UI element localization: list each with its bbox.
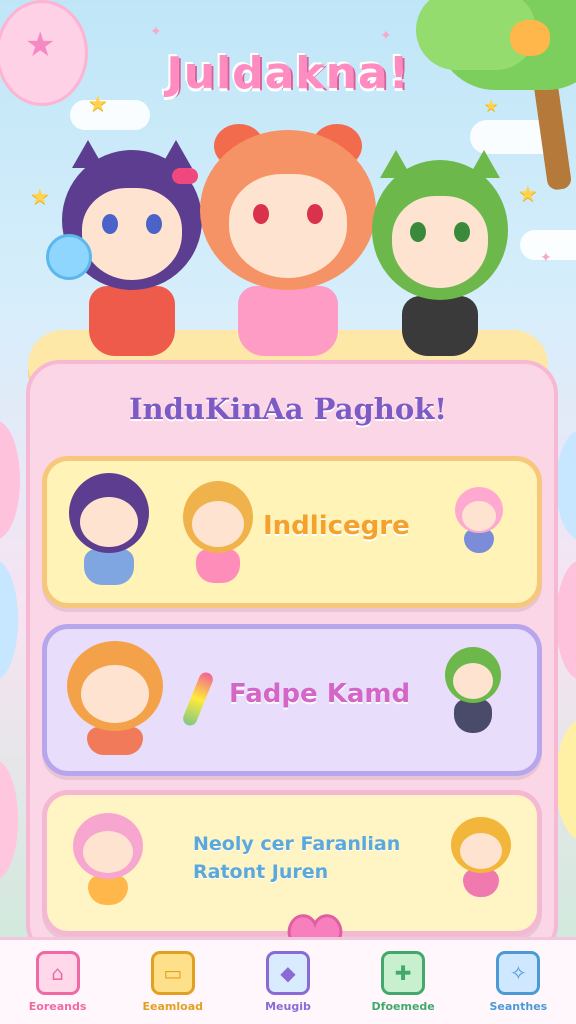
character-face — [392, 196, 488, 288]
hair-bow — [172, 168, 198, 184]
character-outfit — [88, 875, 128, 905]
star-icon: ★ — [518, 182, 538, 207]
character-head — [69, 473, 149, 553]
character-orange-cat — [67, 641, 163, 755]
panel-title: InduKinAa Paghok! — [128, 392, 448, 426]
game-title: Juldakna! — [166, 48, 410, 99]
character-dress — [196, 549, 240, 583]
character-pink-girl[interactable] — [200, 124, 376, 356]
eye — [454, 222, 470, 242]
background-bubble — [556, 560, 576, 680]
character-green-cat-girl[interactable] — [372, 150, 508, 356]
nav-label: Dfoemede — [371, 1000, 435, 1013]
nav-item-4[interactable]: ✚ Dfoemede — [353, 951, 453, 1013]
character-pink-chibi — [455, 487, 503, 553]
nav-item-1[interactable]: ⌂ Eoreands — [8, 951, 108, 1013]
nav-label: Eeamload — [142, 1000, 204, 1013]
sparkle-icon: ✦ — [540, 250, 552, 266]
background-bubble — [556, 720, 576, 840]
character-head — [445, 647, 501, 703]
gift-icon: ◆ — [265, 951, 310, 995]
eye — [102, 214, 118, 234]
sparkle-icon: ✦ — [380, 28, 392, 44]
character-blonde-boy — [451, 817, 511, 897]
lollipop — [46, 234, 92, 280]
character-head — [372, 150, 508, 300]
character-face — [81, 665, 149, 723]
character-outfit — [463, 869, 499, 897]
character-pink-cat — [73, 813, 143, 905]
character-green-girl — [445, 647, 501, 733]
eye — [307, 204, 323, 224]
card-label-line-1: Neoly cer Faranlian — [193, 833, 401, 855]
nav-label: Eoreands — [28, 1000, 87, 1013]
nav-item-2[interactable]: ▭ Eeamload — [123, 951, 223, 1013]
star-icon: ★ — [30, 185, 50, 210]
character-purple-girl — [69, 473, 149, 585]
card-label-line-2: Ratont Juren — [193, 861, 329, 883]
character-face — [83, 831, 133, 873]
character-head — [455, 487, 503, 533]
character-dress — [84, 549, 134, 585]
character-face — [229, 174, 347, 278]
eye — [253, 204, 269, 224]
house-icon: ⌂ — [35, 951, 80, 995]
character-dress — [454, 699, 492, 733]
character-face — [80, 497, 138, 547]
nav-label: Meugib — [265, 1000, 311, 1013]
character-dress — [402, 296, 478, 356]
game-screen: ★ ★ ★ ★ ✦ ✦ ✦ ★ Juldakna! InduKinAa Pagh… — [0, 0, 576, 1024]
character-head — [200, 130, 376, 290]
background-bubble — [0, 560, 18, 680]
character-face — [460, 833, 502, 869]
character-face — [82, 188, 182, 280]
paint-brush-icon — [181, 670, 215, 728]
background-bubble — [556, 430, 576, 540]
menu-card-2[interactable]: Fadpe Kamd — [42, 624, 542, 776]
bottom-nav: ⌂ Eoreands ▭ Eeamload ◆ Meugib ✚ Dfoemed… — [0, 937, 576, 1024]
character-head — [73, 813, 143, 879]
character-head — [183, 481, 253, 553]
character-face — [453, 663, 493, 699]
character-dress — [238, 286, 338, 356]
card-label: Fadpe Kamd — [229, 679, 411, 709]
nav-item-5[interactable]: ✧ Seanthes — [468, 951, 568, 1013]
nav-label: Seanthes — [489, 1000, 548, 1013]
chat-icon: ▭ — [150, 951, 195, 995]
background-bubble — [0, 760, 18, 880]
cloud — [70, 100, 150, 130]
cat-ear — [160, 140, 192, 168]
background-bubble — [0, 420, 20, 540]
character-face — [192, 501, 244, 547]
card-label: Indlicegre — [263, 511, 410, 541]
cat-ear — [380, 150, 412, 178]
menu-card-1[interactable]: Indlicegre — [42, 456, 542, 608]
character-blonde-cat-girl — [183, 481, 253, 583]
character-head — [67, 641, 163, 731]
cat-ear — [468, 150, 500, 178]
character-outfit — [87, 727, 143, 755]
sparkle-icon: ✦ — [150, 24, 162, 40]
eye — [410, 222, 426, 242]
character-head — [451, 817, 511, 873]
eye — [146, 214, 162, 234]
character-dress — [89, 286, 175, 356]
character-face — [462, 501, 496, 531]
cat-ear — [72, 140, 104, 168]
puzzle-icon: ✚ — [381, 951, 426, 995]
map-icon: ✧ — [496, 951, 541, 995]
nav-item-3[interactable]: ◆ Meugib — [238, 951, 338, 1013]
